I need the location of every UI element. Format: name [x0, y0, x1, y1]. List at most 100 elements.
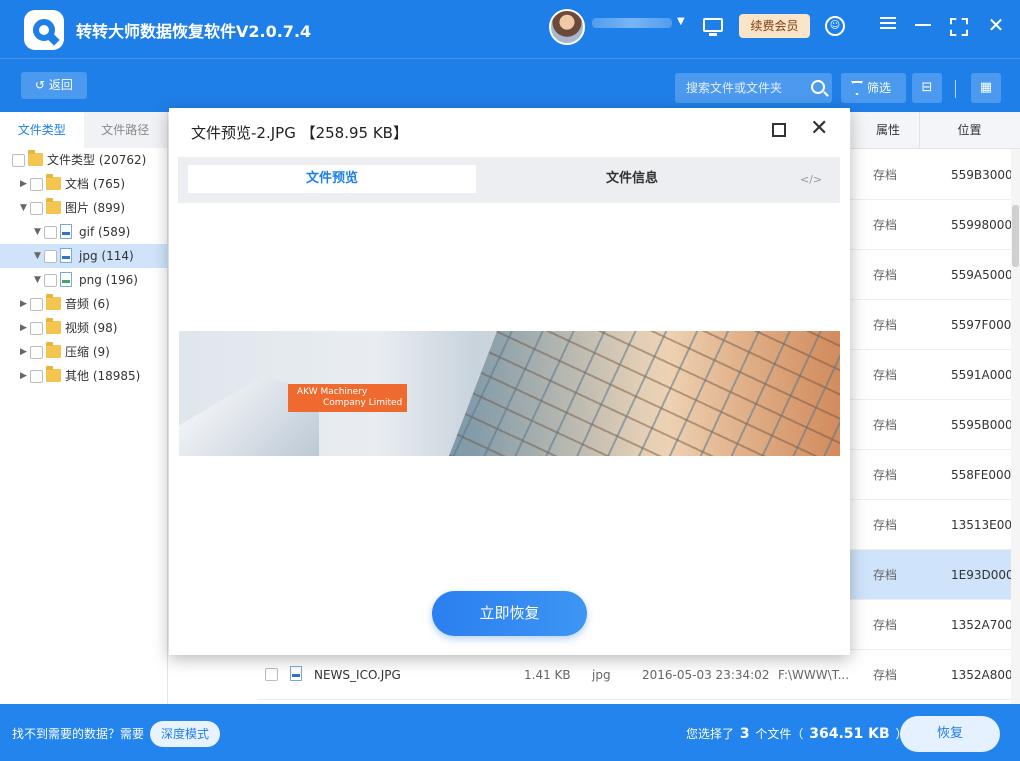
- cell-attr: 存档: [873, 318, 898, 332]
- selection-count: 3: [739, 726, 750, 742]
- restore-now-button[interactable]: 立即恢复: [432, 591, 587, 636]
- search-input[interactable]: 搜索文件或文件夹: [675, 73, 832, 103]
- toolbar: ↺ 返回 搜索文件或文件夹 筛选 ⊟ ▦: [0, 58, 1020, 112]
- cell-position: 5595B000: [951, 418, 1013, 432]
- tree-checkbox[interactable]: [44, 226, 57, 239]
- tree-item-label: 文档 (765): [65, 177, 126, 191]
- column-header-attr[interactable]: 属性: [858, 112, 918, 149]
- tree-checkbox[interactable]: [30, 370, 43, 383]
- tree-item-label: jpg (114): [79, 249, 134, 263]
- expand-caret-icon[interactable]: ▶: [20, 364, 27, 388]
- customer-support-icon[interactable]: ☺: [825, 16, 845, 36]
- tree-item[interactable]: 文件类型 (20762): [0, 148, 168, 172]
- filter-icon: [851, 81, 863, 95]
- minimize-icon[interactable]: [912, 14, 934, 36]
- sidebar: 文件类型 文件路径 文件类型 (20762) ▶ 文档 (765) ▼ 图片 (899)…: [0, 112, 168, 704]
- row-checkbox[interactable]: [265, 668, 278, 681]
- tree-item-label: png (196): [79, 273, 138, 287]
- cell-path: F:\WWW\T...: [778, 668, 850, 682]
- tree-checkbox[interactable]: [30, 322, 43, 335]
- monitor-icon[interactable]: [703, 18, 723, 36]
- tree-checkbox[interactable]: [44, 274, 57, 287]
- folder-icon: [46, 294, 61, 310]
- username-redacted[interactable]: [592, 18, 672, 28]
- column-header-position[interactable]: 位置: [919, 112, 1019, 149]
- cell-position: 559A5000: [951, 268, 1013, 282]
- cell-attr: 存档: [873, 218, 898, 232]
- tab-file-info[interactable]: 文件信息: [552, 165, 712, 193]
- image-company-tag: AKW Machinery Company Limited: [288, 384, 407, 412]
- close-icon[interactable]: ✕: [985, 14, 1007, 36]
- deep-mode-button[interactable]: 深度模式: [150, 721, 220, 747]
- dialog-close-icon[interactable]: ✕: [810, 118, 828, 140]
- image-building-right: [449, 331, 840, 456]
- tree-item[interactable]: ▼ jpg (114): [0, 244, 168, 268]
- tree-item-label: 其他 (18985): [65, 369, 141, 383]
- image-tag-line2: Company Limited: [323, 398, 403, 408]
- renew-vip-button[interactable]: 续费会员: [739, 14, 810, 38]
- menu-icon[interactable]: [877, 14, 899, 36]
- image-file-icon: [60, 272, 72, 287]
- tree-item[interactable]: ▶ 音频 (6): [0, 292, 168, 316]
- tree-item[interactable]: ▶ 压缩 (9): [0, 340, 168, 364]
- folder-icon: [46, 174, 61, 190]
- back-label: 返回: [48, 78, 73, 92]
- cell-attr: 存档: [873, 418, 898, 432]
- tree-checkbox[interactable]: [12, 154, 25, 167]
- tree-item-label: 音频 (6): [65, 297, 110, 311]
- tree-checkbox[interactable]: [30, 202, 43, 215]
- collapse-caret-icon[interactable]: ▼: [20, 196, 27, 220]
- search-icon[interactable]: [811, 80, 825, 94]
- cell-position: 1E93D000: [951, 568, 1014, 582]
- grid-view-icon[interactable]: ▦: [971, 73, 1001, 103]
- tab-file-type[interactable]: 文件类型: [0, 112, 84, 148]
- tree-checkbox[interactable]: [30, 178, 43, 191]
- collapse-caret-icon[interactable]: ▼: [34, 244, 41, 268]
- image-file-icon: [60, 224, 72, 239]
- cell-position: 1352A8000: [951, 668, 1020, 682]
- cell-size: 1.41 KB: [524, 668, 571, 682]
- tree-checkbox[interactable]: [44, 250, 57, 263]
- filter-button[interactable]: 筛选: [841, 73, 906, 103]
- collapse-caret-icon[interactable]: ▼: [34, 268, 41, 292]
- folder-icon: [46, 318, 61, 334]
- cell-position: 55998000: [951, 218, 1013, 232]
- tree-item-label: 视频 (98): [65, 321, 118, 335]
- back-button[interactable]: ↺ 返回: [21, 72, 87, 99]
- expand-caret-icon[interactable]: ▶: [20, 316, 27, 340]
- cell-attr: 存档: [873, 668, 898, 682]
- list-scrollbar-thumb[interactable]: [1012, 205, 1019, 267]
- tree-item[interactable]: ▼ gif (589): [0, 220, 168, 244]
- expand-caret-icon[interactable]: ▶: [20, 292, 27, 316]
- tree-item[interactable]: ▼ 图片 (899): [0, 196, 168, 220]
- list-search-icon[interactable]: ⊟: [912, 73, 942, 103]
- app-title: 转转大师数据恢复软件V2.0.7.4: [76, 22, 312, 41]
- filter-label: 筛选: [867, 81, 892, 95]
- expand-caret-icon[interactable]: ▶: [20, 172, 27, 196]
- table-row[interactable]: NEWS_ICO.JPG 1.41 KB jpg 2016-05-03 23:34:0…: [257, 650, 1020, 700]
- collapse-caret-icon[interactable]: ▼: [34, 220, 41, 244]
- tree-item-label: 图片 (899): [65, 201, 126, 215]
- cell-position: 5591A000: [951, 368, 1013, 382]
- expand-caret-icon[interactable]: ▶: [20, 340, 27, 364]
- user-menu-caret-icon[interactable]: ▼: [677, 16, 685, 27]
- folder-icon: [46, 198, 61, 214]
- code-view-icon[interactable]: </>: [800, 173, 822, 186]
- tree-item[interactable]: ▶ 文档 (765): [0, 172, 168, 196]
- tree-checkbox[interactable]: [30, 346, 43, 359]
- tree-item[interactable]: ▶ 其他 (18985): [0, 364, 168, 388]
- tree-checkbox[interactable]: [30, 298, 43, 311]
- tree-item-label: 压缩 (9): [65, 345, 110, 359]
- tree-item[interactable]: ▼ png (196): [0, 268, 168, 292]
- user-avatar[interactable]: [549, 9, 585, 45]
- tab-file-path[interactable]: 文件路径: [84, 112, 168, 148]
- cell-attr: 存档: [873, 368, 898, 382]
- image-tag-line1: AKW Machinery: [297, 387, 368, 397]
- tab-file-preview[interactable]: 文件预览: [188, 165, 476, 193]
- recover-button[interactable]: 恢复: [900, 716, 1000, 752]
- tree-item[interactable]: ▶ 视频 (98): [0, 316, 168, 340]
- fullscreen-icon[interactable]: [948, 14, 970, 36]
- cell-attr: 存档: [873, 268, 898, 282]
- bottom-hint: 找不到需要的数据？需要: [12, 727, 145, 741]
- maximize-icon[interactable]: [772, 123, 786, 137]
